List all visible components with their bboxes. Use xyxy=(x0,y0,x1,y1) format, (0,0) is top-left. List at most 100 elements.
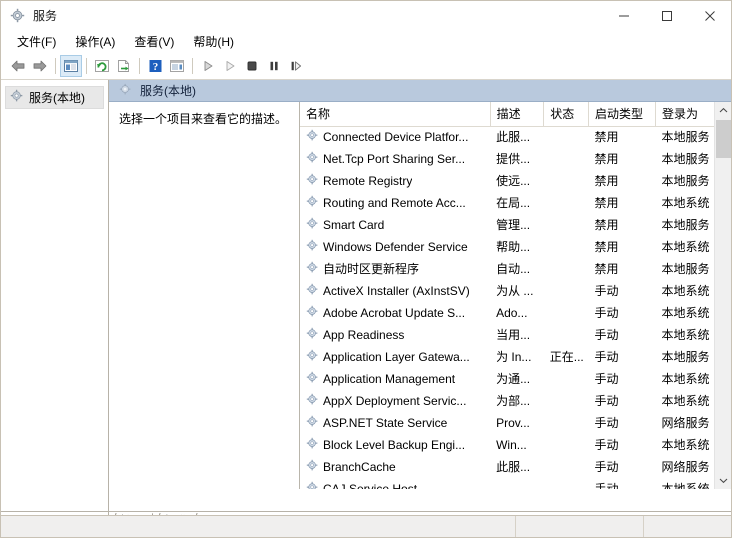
cell-status xyxy=(544,479,589,489)
menu-bar: 文件(F) 操作(A) 查看(V) 帮助(H) xyxy=(1,31,731,53)
status-bar-message xyxy=(1,516,515,537)
export-list-icon[interactable] xyxy=(113,55,135,77)
toolbar-separator xyxy=(55,58,56,74)
service-gear-icon xyxy=(306,327,319,344)
table-row[interactable]: Block Level Backup Engi... Win... 手动 本地系统 xyxy=(300,435,731,457)
column-header-startup-type[interactable]: 启动类型 xyxy=(588,102,657,127)
maximize-button[interactable] xyxy=(645,1,688,31)
table-row[interactable]: ASP.NET State Service Prov... 手动 网络服务 xyxy=(300,413,731,435)
cell-description: 为 In... xyxy=(496,350,532,364)
resume-service-icon[interactable] xyxy=(285,55,307,77)
menu-help[interactable]: 帮助(H) xyxy=(185,34,243,51)
table-row[interactable]: AppX Deployment Servic... 为部... 手动 本地系统 xyxy=(300,391,731,413)
cell-description: 提供... xyxy=(496,152,531,166)
service-gear-icon xyxy=(306,459,319,476)
scrollbar-thumb[interactable] xyxy=(716,120,731,158)
cell-description: 为通... xyxy=(496,372,531,386)
tree-item-label: 服务(本地) xyxy=(29,91,85,105)
minimize-button[interactable] xyxy=(602,1,645,31)
cell-status xyxy=(544,325,589,347)
properties-icon[interactable] xyxy=(166,55,188,77)
service-gear-icon xyxy=(306,173,319,190)
table-row[interactable]: Connected Device Platfor... 此服... 禁用 本地服务 xyxy=(300,127,731,150)
services-table: 名称 描述 状态 启动类型 登录为 Connected Device Platf… xyxy=(300,102,731,489)
table-row[interactable]: Adobe Acrobat Update S... Ado... 手动 本地系统 xyxy=(300,303,731,325)
show-hide-tree-icon[interactable] xyxy=(60,55,82,77)
column-header-name[interactable]: 名称 xyxy=(300,102,491,127)
cell-service-name: Application Management xyxy=(300,369,490,391)
refresh-icon[interactable] xyxy=(91,55,113,77)
cell-service-name: Adobe Acrobat Update S... xyxy=(300,303,490,325)
table-row[interactable]: Smart Card 管理... 禁用 本地服务 xyxy=(300,215,731,237)
cell-service-name: Windows Defender Service xyxy=(300,237,490,259)
service-name-label: Remote Registry xyxy=(323,174,413,188)
pause-service-icon[interactable] xyxy=(263,55,285,77)
forward-icon[interactable] xyxy=(29,55,51,77)
cell-status xyxy=(544,435,589,457)
menu-action[interactable]: 操作(A) xyxy=(67,34,124,51)
service-gear-icon xyxy=(306,371,319,388)
table-row[interactable]: Windows Defender Service 帮助... 禁用 本地系统 xyxy=(300,237,731,259)
back-icon[interactable] xyxy=(7,55,29,77)
service-description-panel: 选择一个项目来查看它的描述。 xyxy=(109,102,299,489)
cell-service-name: Routing and Remote Acc... xyxy=(300,193,490,215)
table-row[interactable]: BranchCache 此服... 手动 网络服务 xyxy=(300,457,731,479)
table-row[interactable]: Routing and Remote Acc... 在局... 禁用 本地系统 xyxy=(300,193,731,215)
services-list[interactable]: 名称 描述 状态 启动类型 登录为 Connected Device Platf… xyxy=(299,102,731,489)
tree-item-services-local[interactable]: 服务(本地) xyxy=(5,86,104,109)
scroll-down-icon[interactable] xyxy=(715,472,731,489)
service-name-label: Smart Card xyxy=(323,218,385,232)
table-header-row: 名称 描述 状态 启动类型 登录为 xyxy=(300,102,731,127)
cell-service-name: Application Layer Gatewa... xyxy=(300,347,490,369)
cell-description: Win... xyxy=(496,438,527,452)
cell-status xyxy=(544,149,589,171)
table-row[interactable]: Application Layer Gatewa... 为 In... 正在... 手… xyxy=(300,347,731,369)
service-name-label: ActiveX Installer (AxInstSV) xyxy=(323,284,470,298)
cell-description: 管理... xyxy=(496,218,531,232)
column-header-description[interactable]: 描述 xyxy=(490,102,545,127)
cell-startup-type: 手动 xyxy=(594,394,619,408)
cell-service-name: AppX Deployment Servic... xyxy=(300,391,490,413)
cell-description: 帮助... xyxy=(496,240,531,254)
table-row[interactable]: Application Management 为通... 手动 本地系统 xyxy=(300,369,731,391)
cell-startup-type: 手动 xyxy=(594,460,619,474)
restart-service-icon[interactable] xyxy=(219,55,241,77)
cell-service-name: ASP.NET State Service xyxy=(300,413,490,435)
cell-startup-type: 手动 xyxy=(594,372,619,386)
table-row[interactable]: Net.Tcp Port Sharing Ser... 提供... 禁用 本地服务 xyxy=(300,149,731,171)
cell-description: 在局... xyxy=(496,196,531,210)
cell-startup-type: 手动 xyxy=(594,350,619,364)
cell-description: 为部... xyxy=(496,394,531,408)
scroll-up-icon[interactable] xyxy=(715,102,731,119)
table-row[interactable]: App Readiness 当用... 手动 本地系统 xyxy=(300,325,731,347)
help-icon[interactable]: ? xyxy=(144,55,166,77)
description-hint-text: 选择一个项目来查看它的描述。 xyxy=(119,112,288,126)
cell-description: 自动... xyxy=(496,262,531,276)
menu-file[interactable]: 文件(F) xyxy=(9,34,65,51)
start-service-icon[interactable] xyxy=(197,55,219,77)
close-button[interactable] xyxy=(688,1,731,31)
toolbar: ? xyxy=(1,53,731,80)
service-name-label: Net.Tcp Port Sharing Ser... xyxy=(323,152,466,166)
cell-startup-type: 禁用 xyxy=(594,152,619,166)
main-content: 服务(本地) 服务(本地) 选择一个项目来查看它的描述。 名称 描述 状态 启动… xyxy=(1,80,731,511)
stop-service-icon[interactable] xyxy=(241,55,263,77)
table-row[interactable]: Remote Registry 使远... 禁用 本地服务 xyxy=(300,171,731,193)
table-row[interactable]: CAJ Service Host 手动 本地系统 xyxy=(300,479,731,489)
column-header-status[interactable]: 状态 xyxy=(543,102,589,127)
menu-view[interactable]: 查看(V) xyxy=(126,34,183,51)
cell-startup-type: 手动 xyxy=(594,438,619,452)
service-gear-icon xyxy=(306,283,319,300)
details-pane: 服务(本地) 选择一个项目来查看它的描述。 名称 描述 状态 启动类型 登录为 … xyxy=(109,80,731,511)
cell-startup-type: 禁用 xyxy=(594,174,619,188)
services-scrollbar-vertical[interactable] xyxy=(714,102,731,489)
cell-status xyxy=(544,391,589,413)
services-gear-icon xyxy=(10,89,24,106)
services-table-body: Connected Device Platfor... 此服... 禁用 本地服务 Ne… xyxy=(300,127,731,489)
table-row[interactable]: ActiveX Installer (AxInstSV) 为从 ... 手动 本地系统 xyxy=(300,281,731,303)
details-pane-title: 服务(本地) xyxy=(140,84,196,98)
cell-service-name: 自动时区更新程序 xyxy=(300,259,490,281)
cell-status xyxy=(544,171,589,193)
details-pane-body: 选择一个项目来查看它的描述。 名称 描述 状态 启动类型 登录为 Connect… xyxy=(109,102,731,489)
table-row[interactable]: 自动时区更新程序 自动... 禁用 本地服务 xyxy=(300,259,731,281)
